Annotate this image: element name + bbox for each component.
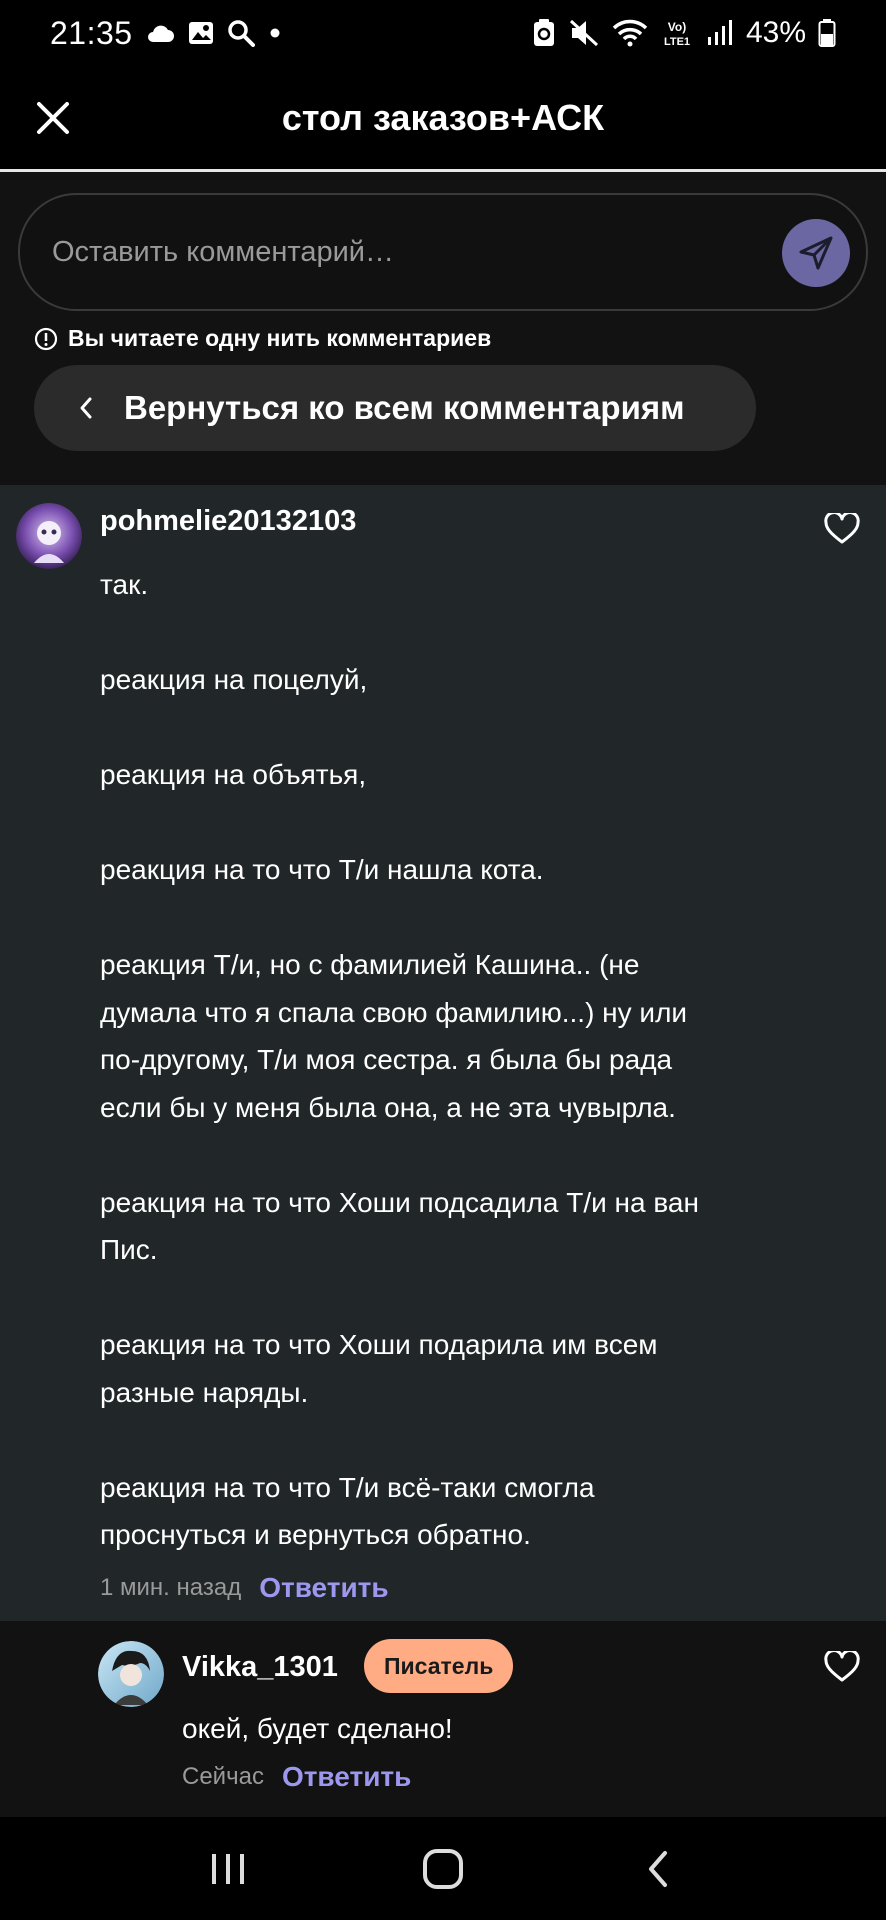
send-icon <box>799 236 833 270</box>
comment-username[interactable]: pohmelie20132103 <box>100 505 356 538</box>
cloud-icon <box>145 22 175 44</box>
comment-line: реакция на поцелуй, <box>100 664 368 695</box>
comment-line: по-другому, Т/и моя сестра. я была бы ра… <box>100 1044 673 1075</box>
back-to-all-comments-button[interactable]: Вернуться ко всем комментариям <box>34 365 756 451</box>
comment-line: думала что я спала свою фамилию...) ну и… <box>100 996 688 1028</box>
reply-button[interactable]: Ответить <box>259 1572 388 1604</box>
avatar[interactable] <box>98 1641 164 1707</box>
reply-text: окей, будет сделано! <box>182 1713 453 1744</box>
comment-line: проснуться и вернуться обратно. <box>100 1519 531 1550</box>
svg-text:LTE1: LTE1 <box>664 36 690 48</box>
comment-input-wrapper <box>18 193 868 311</box>
comment-main: pohmelie20132103 так. реакция на поцелуй… <box>0 485 886 1621</box>
comment-line: реакция на то что Т/и всё-таки смогла <box>100 1471 595 1503</box>
gallery-icon <box>187 20 215 46</box>
comment-line: реакция на то что Хоши подарила им всем <box>100 1329 658 1360</box>
comment-reply: Vikka_1301 Писатель окей, будет сделано!… <box>0 1621 886 1817</box>
back-icon <box>649 1850 668 1887</box>
system-nav-bar <box>0 1817 886 1920</box>
recent-apps-button[interactable] <box>188 1839 268 1899</box>
comment-line: реакция на то что Хоши подсадила Т/и на … <box>100 1186 699 1218</box>
reply-username[interactable]: Vikka_1301 <box>182 1651 338 1684</box>
reply-timestamp: Сейчас <box>182 1763 264 1790</box>
heart-icon <box>824 513 860 544</box>
comment-line: реакция на то что Т/и нашла кота. <box>100 854 544 885</box>
status-time: 21:35 <box>50 14 133 51</box>
dot-icon <box>267 25 283 41</box>
home-button[interactable] <box>403 1839 483 1899</box>
recent-apps-icon <box>211 1853 244 1884</box>
like-button[interactable] <box>822 1647 862 1687</box>
heart-icon <box>824 1651 860 1682</box>
close-button[interactable] <box>30 95 76 141</box>
page-title: стол заказов+АСК <box>281 96 605 138</box>
comment-line: реакция на объятья, <box>100 759 367 790</box>
search-icon <box>227 19 255 47</box>
thread-notice-text: Вы читаете одну нить комментариев <box>68 325 492 351</box>
comment-timestamp: 1 мин. назад <box>100 1574 242 1601</box>
info-icon <box>34 327 58 350</box>
reply-button[interactable]: Ответить <box>282 1761 411 1793</box>
status-right: Vo) LTE1 43% <box>532 16 836 50</box>
comment-meta: 1 мин. назад Ответить <box>100 1572 389 1604</box>
send-button[interactable] <box>782 219 850 287</box>
compose-area: Вы читаете одну нить комментариев Вернут… <box>0 175 886 485</box>
comment-line: Пис. <box>100 1234 158 1265</box>
battery-icon <box>818 18 836 48</box>
back-button[interactable] <box>618 1839 698 1899</box>
comment-line: реакция Т/и, но с фамилией Кашина.. (не <box>100 949 640 980</box>
battery-percent: 43% <box>745 16 806 49</box>
svg-text:Vo): Vo) <box>668 20 686 34</box>
home-icon <box>422 1848 463 1889</box>
wifi-icon <box>612 18 648 48</box>
avatar[interactable] <box>16 503 82 569</box>
chevron-left-icon <box>80 397 92 419</box>
like-button[interactable] <box>822 509 862 549</box>
comment-line: так. <box>100 569 149 600</box>
close-icon <box>37 101 69 134</box>
writer-badge: Писатель <box>364 1639 514 1693</box>
app-header: стол заказов+АСК <box>0 66 886 172</box>
status-left: 21:35 <box>50 15 283 52</box>
status-bar: 21:35 Vo) LTE1 43% <box>0 0 886 66</box>
comment-line: разные наряды. <box>100 1376 309 1408</box>
recycle-icon <box>532 18 556 48</box>
back-to-all-comments-label: Вернуться ко всем комментариям <box>124 389 685 426</box>
comment-input[interactable] <box>52 195 752 309</box>
volte-icon: Vo) LTE1 <box>660 18 694 48</box>
comment-text: так. реакция на поцелуй, реакция на объя… <box>100 561 780 1559</box>
thread-notice: Вы читаете одну нить комментариев <box>34 325 491 352</box>
signal-icon <box>706 19 734 47</box>
comment-line: если бы у меня была она, а не эта чувырл… <box>100 1091 676 1123</box>
mute-icon <box>568 18 600 48</box>
reply-meta: Сейчас Ответить <box>182 1761 411 1793</box>
